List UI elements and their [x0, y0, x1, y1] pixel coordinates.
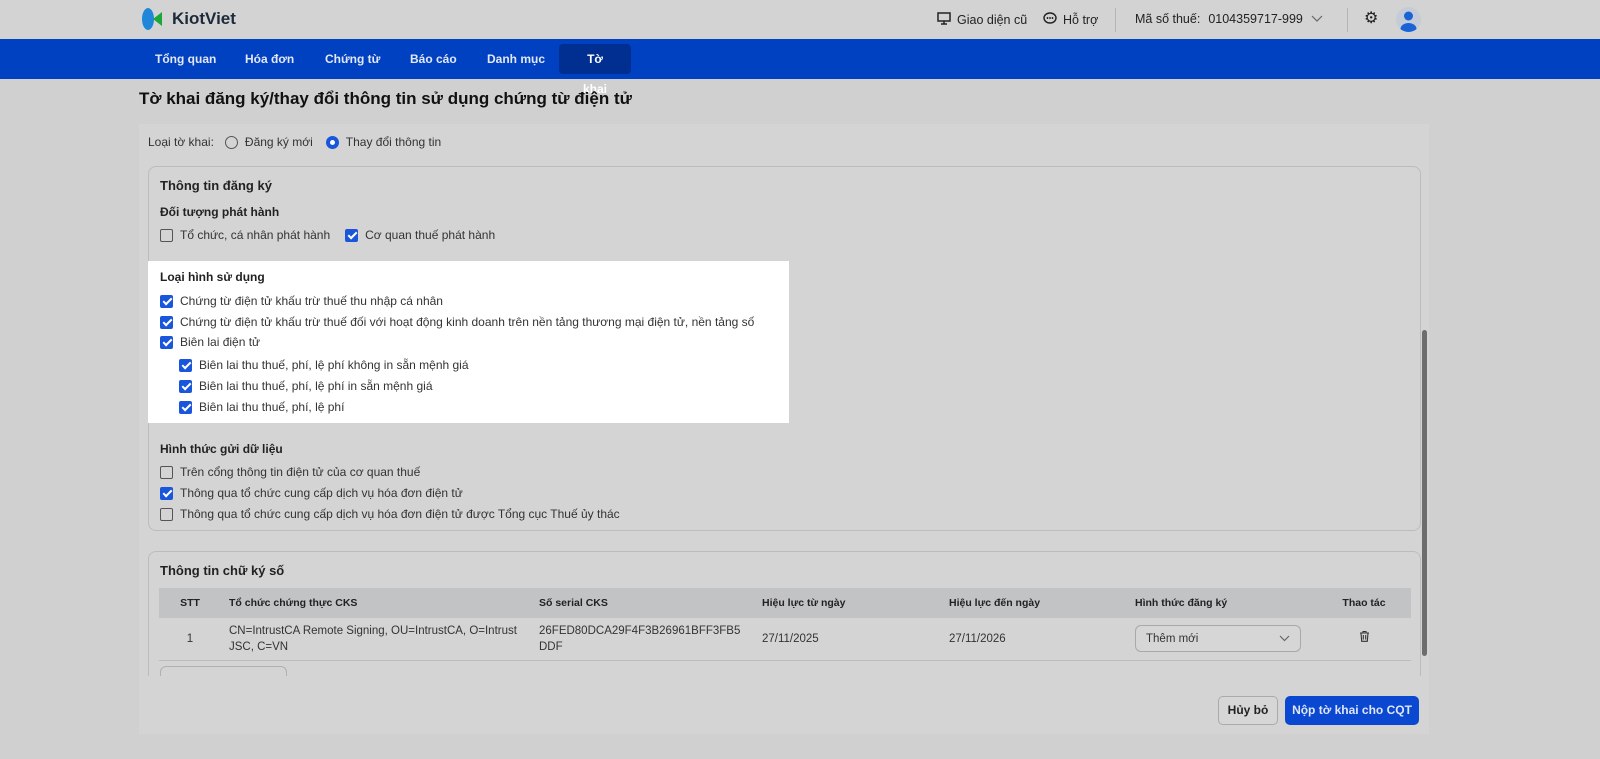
radio-change[interactable]	[325, 135, 339, 149]
usage-title: Loại hình sử dụng	[160, 270, 265, 284]
chat-icon	[1043, 12, 1057, 28]
kiotviet-logo-icon[interactable]	[140, 7, 164, 31]
add-signature-button[interactable]	[160, 666, 287, 676]
checkbox[interactable]	[160, 507, 173, 521]
col-to: Hiệu lực đến ngày	[941, 588, 1127, 618]
usage-option[interactable]: Biên lai thu thuế, phí, lệ phí	[179, 400, 344, 414]
send-option[interactable]: Thông qua tổ chức cung cấp dịch vụ hóa đ…	[160, 486, 463, 500]
issuer-org-label[interactable]: Tổ chức, cá nhân phát hành	[180, 228, 330, 242]
col-actions: Thao tác	[1317, 588, 1411, 618]
checkbox[interactable]	[179, 358, 192, 372]
usage-option-label[interactable]: Chứng từ điện tử khấu trừ thuế đối với h…	[180, 315, 754, 329]
col-from: Hiệu lực từ ngày	[754, 588, 941, 618]
chevron-down-icon	[1279, 631, 1290, 647]
cancel-button[interactable]: Hủy bỏ	[1218, 696, 1278, 725]
checkbox-issuer-tax[interactable]	[345, 228, 359, 242]
usage-option[interactable]: Chứng từ điện tử khấu trừ thuế đối với h…	[160, 315, 754, 329]
avatar[interactable]	[1396, 7, 1421, 32]
checkbox[interactable]	[160, 315, 173, 329]
col-org: Tổ chức chứng thực CKS	[221, 588, 531, 618]
page-title: Tờ khai đăng ký/thay đổi thông tin sử dụ…	[139, 89, 632, 108]
registration-title: Thông tin đăng ký	[160, 178, 272, 193]
registration-type-value: Thêm mới	[1146, 632, 1199, 645]
usage-option-label[interactable]: Biên lai thu thuế, phí, lệ phí không in …	[199, 358, 469, 372]
main-nav: Tổng quan Hóa đơn Chứng từ Báo cáo Danh …	[0, 39, 1600, 96]
checkbox[interactable]	[160, 486, 173, 500]
col-serial: Số serial CKS	[531, 588, 754, 618]
declaration-type-label: Loại tờ khai:	[148, 135, 214, 149]
support-link[interactable]: Hỗ trợ	[1043, 12, 1098, 28]
cell-actions	[1317, 618, 1411, 661]
usage-option-label[interactable]: Chứng từ điện tử khấu trừ thuế thu nhập …	[180, 294, 443, 308]
checkbox[interactable]	[160, 465, 173, 479]
nav-tong-quan[interactable]: Tổng quan	[139, 44, 232, 74]
tax-code-value: 0104359717-999	[1208, 12, 1303, 26]
cell-org: CN=IntrustCA Remote Signing, OU=IntrustC…	[221, 618, 531, 661]
submit-button[interactable]: Nộp tờ khai cho CQT	[1285, 696, 1419, 725]
usage-option-label[interactable]: Biên lai thu thuế, phí, lệ phí in sẵn mệ…	[199, 379, 433, 393]
send-option-label[interactable]: Thông qua tổ chức cung cấp dịch vụ hóa đ…	[180, 486, 463, 500]
divider	[1347, 8, 1348, 32]
cell-from: 27/11/2025	[754, 618, 941, 661]
col-type: Hình thức đăng ký	[1127, 588, 1317, 618]
tax-code-selector[interactable]: Mã số thuế: 0104359717-999	[1135, 12, 1323, 26]
top-bar: KiotViet Giao diện cũ Hỗ trợ Mã số thuế:…	[0, 0, 1600, 39]
send-option[interactable]: Thông qua tổ chức cung cấp dịch vụ hóa đ…	[160, 507, 620, 521]
send-title: Hình thức gửi dữ liệu	[160, 442, 283, 456]
nav-bao-cao[interactable]: Báo cáo	[394, 44, 473, 74]
old-ui-label: Giao diện cũ	[957, 13, 1028, 27]
col-stt: STT	[159, 588, 221, 618]
send-option-label[interactable]: Trên cổng thông tin điện tử của cơ quan …	[180, 465, 420, 479]
radio-change-label[interactable]: Thay đổi thông tin	[346, 135, 441, 149]
table-row: 1 CN=IntrustCA Remote Signing, OU=Intrus…	[159, 618, 1411, 661]
radio-new[interactable]	[224, 135, 238, 149]
monitor-icon	[937, 12, 951, 28]
cell-type: Thêm mới	[1127, 618, 1317, 661]
checkbox[interactable]	[160, 294, 173, 308]
cell-to: 27/11/2026	[941, 618, 1127, 661]
support-label: Hỗ trợ	[1063, 13, 1099, 27]
send-option-label[interactable]: Thông qua tổ chức cung cấp dịch vụ hóa đ…	[180, 507, 620, 521]
checkbox[interactable]	[179, 400, 192, 414]
usage-option[interactable]: Biên lai điện tử	[160, 335, 260, 349]
send-option[interactable]: Trên cổng thông tin điện tử của cơ quan …	[160, 465, 420, 479]
usage-option[interactable]: Chứng từ điện tử khấu trừ thuế thu nhập …	[160, 294, 443, 308]
checkbox[interactable]	[160, 335, 173, 349]
signature-title: Thông tin chữ ký số	[160, 563, 285, 578]
gear-icon[interactable]: ⚙	[1364, 11, 1378, 27]
usage-option-label[interactable]: Biên lai điện tử	[180, 335, 260, 349]
issuer-options: Tổ chức, cá nhân phát hành Cơ quan thuế …	[160, 228, 495, 242]
cell-serial: 26FED80DCA29F4F3B26961BFF3FB5DDF	[531, 618, 754, 661]
registration-type-select[interactable]: Thêm mới	[1135, 625, 1301, 653]
nav-to-khai[interactable]: Tờ khai	[559, 44, 631, 96]
divider	[1115, 8, 1116, 32]
nav-danh-muc[interactable]: Danh mục	[471, 44, 561, 74]
declaration-type: Loại tờ khai: Đăng ký mới Thay đổi thông…	[148, 135, 441, 149]
checkbox-issuer-org[interactable]	[160, 228, 173, 242]
old-ui-link[interactable]: Giao diện cũ	[937, 12, 1027, 28]
nav-hoa-don[interactable]: Hóa đơn	[229, 44, 310, 74]
signature-table: STT Tổ chức chứng thực CKS Số serial CKS…	[159, 588, 1411, 661]
usage-option-label[interactable]: Biên lai thu thuế, phí, lệ phí	[199, 400, 344, 414]
brand-name: KiotViet	[172, 9, 236, 28]
usage-option[interactable]: Biên lai thu thuế, phí, lệ phí in sẵn mệ…	[179, 379, 433, 393]
trash-icon[interactable]	[1359, 631, 1370, 645]
issuer-title: Đối tượng phát hành	[160, 205, 280, 219]
nav-chung-tu[interactable]: Chứng từ	[309, 44, 396, 74]
usage-option[interactable]: Biên lai thu thuế, phí, lệ phí không in …	[179, 358, 469, 372]
issuer-tax-label[interactable]: Cơ quan thuế phát hành	[365, 228, 495, 242]
tax-code-label: Mã số thuế:	[1135, 12, 1201, 26]
chevron-down-icon	[1311, 12, 1323, 26]
scrollbar[interactable]	[1422, 330, 1427, 656]
checkbox[interactable]	[179, 379, 192, 393]
radio-new-label[interactable]: Đăng ký mới	[245, 135, 313, 149]
cell-stt: 1	[159, 618, 221, 661]
